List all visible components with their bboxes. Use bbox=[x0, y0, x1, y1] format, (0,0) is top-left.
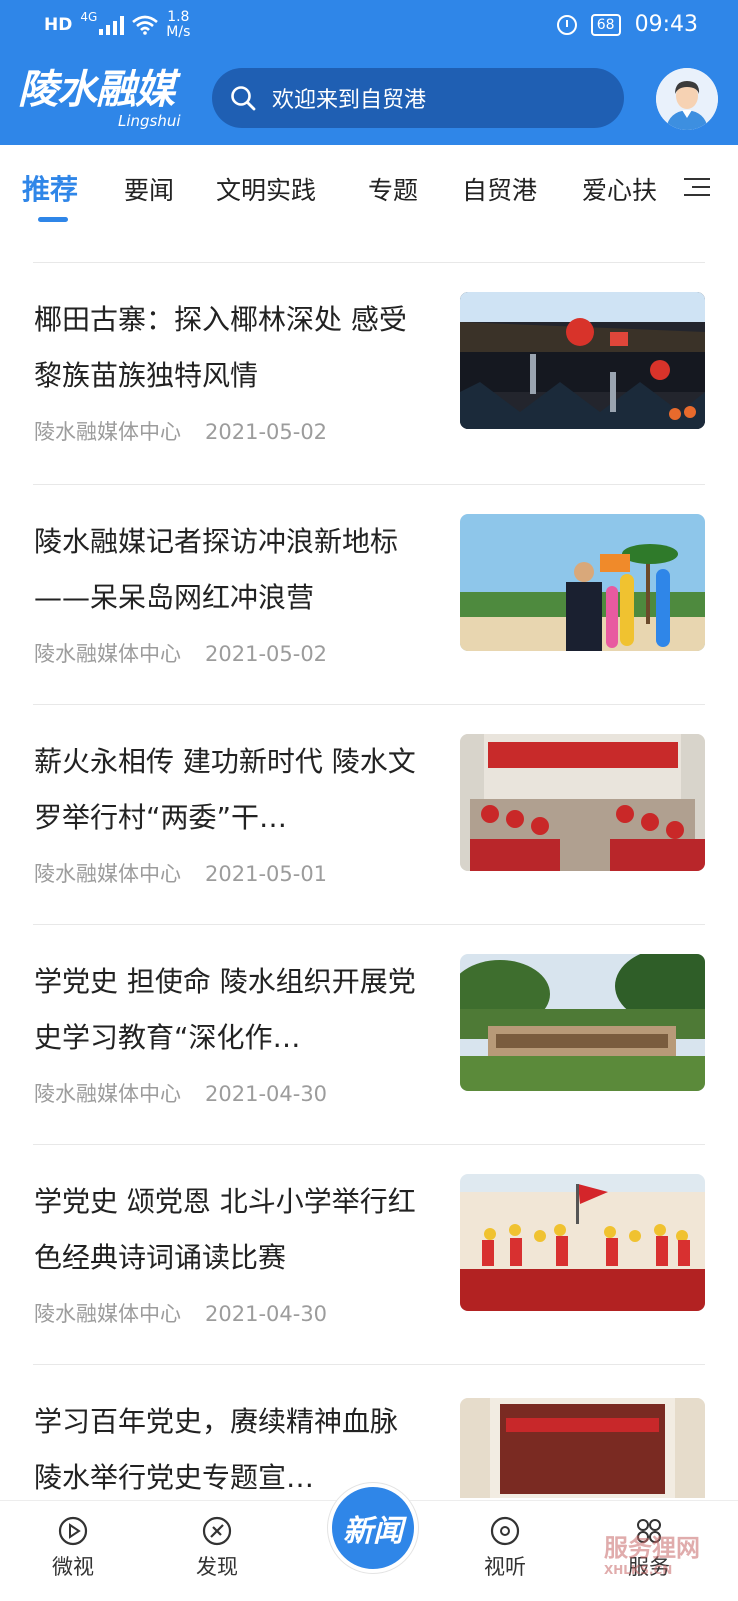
app-header: HD 4G 1.8 M/s 68 09:43 陵水融媒 Lingshui 欢迎来… bbox=[0, 0, 738, 145]
news-date: 2021-05-02 bbox=[205, 420, 328, 444]
tab-civilization[interactable]: 文明实践 bbox=[216, 171, 316, 207]
status-time: 09:43 bbox=[634, 12, 698, 37]
battery-indicator: 68 bbox=[590, 13, 621, 36]
app-logo: 陵水融媒 Lingshui bbox=[18, 66, 198, 131]
avatar-icon bbox=[656, 68, 718, 130]
news-meta: 陵水融媒体中心 2021-05-01 bbox=[34, 858, 327, 888]
news-source: 陵水融媒体中心 bbox=[34, 1302, 181, 1326]
news-thumbnail bbox=[460, 1174, 705, 1311]
watermark: 服务狸网 XHLKS.CN bbox=[604, 1528, 700, 1577]
watermark-domain: XHLKS.CN bbox=[604, 1563, 673, 1577]
nav-news-button[interactable]: 新闻 bbox=[328, 1483, 418, 1573]
news-title: 薪火永相传 建功新时代 陵水文罗举行村“两委”干… bbox=[34, 745, 416, 834]
news-item[interactable]: 陵水融媒记者探访冲浪新地标——呆呆岛网红冲浪营 陵水融媒体中心 2021-05-0… bbox=[0, 514, 738, 736]
news-source: 陵水融媒体中心 bbox=[34, 420, 181, 444]
nav-discover-label: 发现 bbox=[196, 1555, 238, 1579]
news-thumbnail bbox=[460, 514, 705, 651]
news-date: 2021-05-01 bbox=[205, 862, 328, 886]
tab-free-trade-port[interactable]: 自贸港 bbox=[462, 171, 537, 207]
logo-english: Lingshui bbox=[118, 112, 181, 130]
nav-watch[interactable]: 视听 bbox=[460, 1515, 550, 1581]
news-title: 椰田古寨：探入椰林深处 感受黎族苗族独特风情 bbox=[34, 303, 407, 392]
network-speed: 1.8 M/s bbox=[166, 9, 191, 40]
news-date: 2021-04-30 bbox=[205, 1082, 328, 1106]
feed-divider bbox=[33, 924, 705, 925]
logo-chinese: 陵水融媒 bbox=[18, 66, 175, 113]
tab-charity[interactable]: 爱心扶 bbox=[582, 171, 657, 207]
news-meta: 陵水融媒体中心 2021-05-02 bbox=[34, 638, 327, 668]
status-bar: HD 4G 1.8 M/s 68 09:43 bbox=[0, 0, 738, 56]
feed-divider bbox=[33, 704, 705, 705]
tab-menu-icon[interactable] bbox=[684, 178, 710, 198]
app-bar: 陵水融媒 Lingshui 欢迎来到自贸港 bbox=[0, 60, 738, 145]
news-meta: 陵水融媒体中心 2021-04-30 bbox=[34, 1298, 327, 1328]
alarm-icon bbox=[556, 14, 577, 35]
news-source: 陵水融媒体中心 bbox=[34, 862, 181, 886]
news-thumbnail bbox=[460, 734, 705, 871]
news-item[interactable]: 学党史 颂党恩 北斗小学举行红色经典诗词诵读比赛 陵水融媒体中心 2021-04-… bbox=[0, 1174, 738, 1396]
search-bar[interactable]: 欢迎来到自贸港 bbox=[212, 68, 624, 128]
news-source: 陵水融媒体中心 bbox=[34, 642, 181, 666]
news-item[interactable]: 薪火永相传 建功新时代 陵水文罗举行村“两委”干… 陵水融媒体中心 2021-05… bbox=[0, 734, 738, 956]
news-date: 2021-04-30 bbox=[205, 1302, 328, 1326]
news-thumbnail bbox=[460, 292, 705, 429]
news-meta: 陵水融媒体中心 2021-05-02 bbox=[34, 416, 327, 446]
nav-video[interactable]: 微视 bbox=[28, 1515, 118, 1581]
wifi-icon bbox=[132, 15, 159, 35]
nav-video-label: 微视 bbox=[52, 1555, 94, 1579]
user-avatar[interactable] bbox=[656, 68, 718, 130]
news-item[interactable]: 椰田古寨：探入椰林深处 感受黎族苗族独特风情 陵水融媒体中心 2021-05-02 bbox=[0, 292, 738, 514]
search-placeholder: 欢迎来到自贸港 bbox=[272, 88, 427, 113]
news-meta: 陵水融媒体中心 2021-04-30 bbox=[34, 1078, 327, 1108]
hd-indicator: HD bbox=[44, 15, 73, 35]
feed-divider bbox=[33, 262, 705, 263]
feed-divider bbox=[33, 1144, 705, 1145]
nav-watch-label: 视听 bbox=[484, 1555, 526, 1579]
compass-icon bbox=[202, 1516, 232, 1546]
disc-icon bbox=[490, 1516, 520, 1546]
news-title: 学党史 担使命 陵水组织开展党史学习教育“深化作… bbox=[34, 965, 416, 1054]
feed-divider bbox=[33, 1364, 705, 1365]
tab-recommend[interactable]: 推荐 bbox=[22, 168, 78, 208]
feed-divider bbox=[33, 484, 705, 485]
watermark-text: 服务狸网 bbox=[604, 1534, 700, 1562]
news-date: 2021-05-02 bbox=[205, 642, 328, 666]
category-tabs: 推荐 要闻 文明实践 专题 自贸港 爱心扶 bbox=[0, 145, 738, 235]
play-icon bbox=[58, 1516, 88, 1546]
tab-special[interactable]: 专题 bbox=[368, 171, 418, 207]
signal-icon bbox=[99, 15, 125, 35]
news-title: 学党史 颂党恩 北斗小学举行红色经典诗词诵读比赛 bbox=[34, 1185, 416, 1274]
network-type: 4G bbox=[80, 10, 98, 24]
news-source: 陵水融媒体中心 bbox=[34, 1082, 181, 1106]
news-title: 陵水融媒记者探访冲浪新地标——呆呆岛网红冲浪营 bbox=[34, 525, 399, 614]
search-icon bbox=[231, 86, 256, 111]
news-thumbnail bbox=[460, 954, 705, 1091]
nav-discover[interactable]: 发现 bbox=[172, 1515, 262, 1581]
news-item[interactable]: 学党史 担使命 陵水组织开展党史学习教育“深化作… 陵水融媒体中心 2021-04… bbox=[0, 954, 738, 1176]
tab-headlines[interactable]: 要闻 bbox=[124, 171, 174, 207]
active-tab-indicator bbox=[38, 217, 68, 222]
news-thumbnail bbox=[460, 1398, 705, 1498]
